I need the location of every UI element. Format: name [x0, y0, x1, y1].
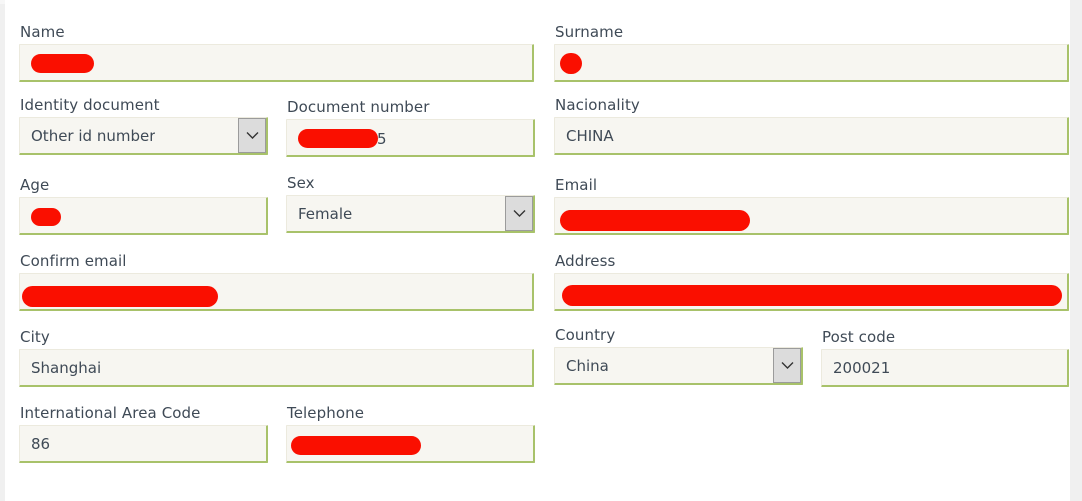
label-surname: Surname: [555, 23, 624, 41]
label-name: Name: [20, 23, 65, 41]
input-email[interactable]: 2202746122: [554, 197, 1069, 235]
select-identity-document[interactable]: Other id number: [19, 117, 268, 155]
field-address: Address: [554, 253, 1069, 311]
redaction-telephone: [291, 436, 421, 455]
label-sex: Sex: [287, 174, 315, 192]
redaction-confirm-email: [22, 286, 218, 307]
value-identity-document: Other id number: [31, 126, 156, 145]
label-address: Address: [555, 252, 616, 270]
label-international-area-code: International Area Code: [20, 404, 201, 422]
value-country: China: [566, 356, 609, 375]
value-sex: Female: [298, 204, 353, 223]
redaction-address: [562, 285, 1062, 306]
input-international-area-code[interactable]: 86: [19, 425, 268, 463]
value-post-code: 200021: [833, 358, 891, 377]
field-confirm-email: Confirm email 2202746122: [19, 253, 534, 311]
redaction-email: [560, 210, 750, 231]
label-age: Age: [20, 176, 50, 194]
page-root: Name Surname Identity document Other id …: [0, 0, 1082, 501]
chevron-down-icon[interactable]: [238, 118, 266, 153]
field-surname: Surname: [554, 24, 1069, 82]
label-nacionality: Nacionality: [555, 96, 640, 114]
visible-tail-document-number: 5: [377, 130, 387, 148]
field-name: Name: [19, 24, 534, 82]
input-address[interactable]: [554, 273, 1069, 311]
label-telephone: Telephone: [287, 404, 365, 422]
value-international-area-code: 86: [31, 434, 51, 453]
select-country[interactable]: China: [554, 347, 803, 385]
input-name[interactable]: [19, 44, 534, 82]
input-post-code[interactable]: 200021: [821, 349, 1069, 387]
label-identity-document: Identity document: [20, 96, 160, 114]
field-post-code: Post code 200021: [821, 329, 1069, 387]
field-city: City Shanghai: [19, 329, 534, 387]
field-sex: Sex Female: [286, 175, 535, 233]
label-document-number: Document number: [287, 98, 430, 116]
field-country: Country China: [554, 327, 803, 385]
field-document-number: Document number 5: [286, 99, 535, 157]
field-email: Email 2202746122: [554, 177, 1069, 235]
value-nacionality: CHINA: [566, 126, 614, 145]
label-country: Country: [555, 326, 616, 344]
input-age[interactable]: [19, 197, 268, 235]
page-right-gutter: [1070, 0, 1082, 501]
field-telephone: Telephone: [286, 405, 535, 463]
label-email: Email: [555, 176, 598, 194]
personal-data-form: Name Surname Identity document Other id …: [5, 0, 1075, 501]
label-confirm-email: Confirm email: [20, 252, 127, 270]
label-city: City: [20, 328, 50, 346]
form-panel: Name Surname Identity document Other id …: [5, 0, 1070, 501]
value-city: Shanghai: [31, 358, 102, 377]
redaction-surname: [560, 53, 582, 74]
input-telephone[interactable]: [286, 425, 535, 463]
chevron-down-icon[interactable]: [773, 348, 801, 383]
field-identity-document: Identity document Other id number: [19, 97, 268, 155]
redaction-name: [31, 54, 94, 73]
input-city[interactable]: Shanghai: [19, 349, 534, 387]
input-document-number[interactable]: 5: [286, 119, 535, 157]
chevron-down-icon[interactable]: [505, 196, 533, 231]
select-sex[interactable]: Female: [286, 195, 535, 233]
redaction-age: [31, 208, 61, 226]
input-confirm-email[interactable]: 2202746122: [19, 273, 534, 311]
field-age: Age: [19, 177, 268, 235]
input-nacionality[interactable]: CHINA: [554, 117, 1069, 155]
input-surname[interactable]: [554, 44, 1069, 82]
label-post-code: Post code: [822, 328, 896, 346]
redaction-document-number: [298, 129, 378, 148]
field-nacionality: Nacionality CHINA: [554, 97, 1069, 155]
field-international-area-code: International Area Code 86: [19, 405, 268, 463]
